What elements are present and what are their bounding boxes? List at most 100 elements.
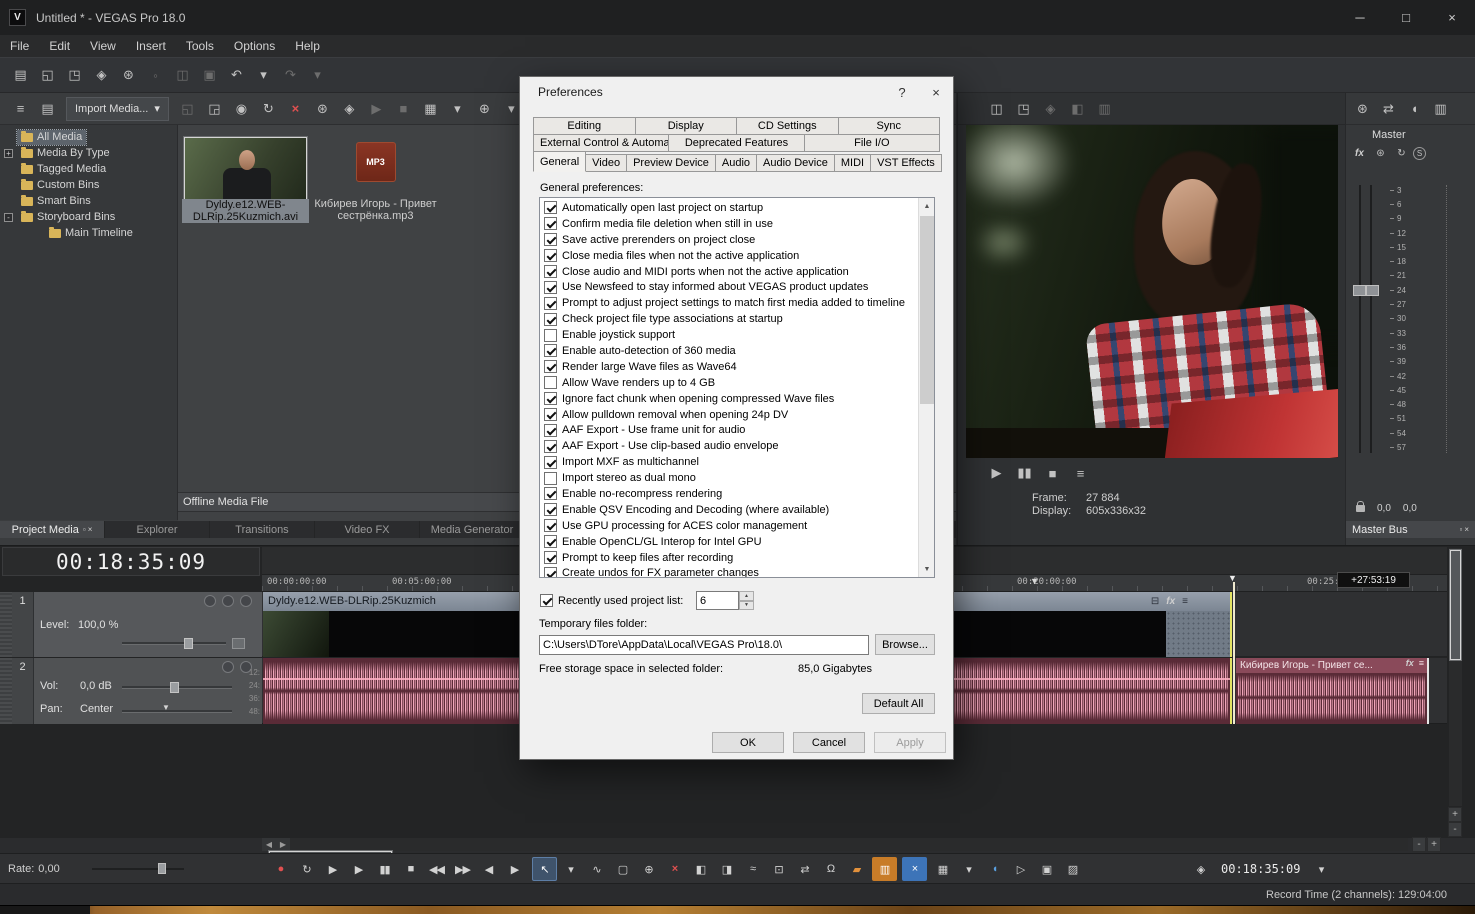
scroll-down-icon[interactable]: ▼: [919, 561, 935, 577]
preference-option[interactable]: Close audio and MIDI ports when not the …: [541, 264, 917, 280]
mixer-dropdown-icon[interactable]: ▾: [956, 857, 981, 881]
snapping-button[interactable]: Ω: [818, 857, 843, 881]
timeline-marker-icon[interactable]: ▼: [1030, 576, 1039, 586]
pref-tab[interactable]: MIDI: [833, 154, 872, 172]
menu-item[interactable]: Insert: [126, 35, 176, 57]
menu-item[interactable]: Edit: [39, 35, 80, 57]
lock-envelopes-button[interactable]: ⊡: [766, 857, 791, 881]
pref-tab[interactable]: Video: [585, 154, 628, 172]
recent-projects-option[interactable]: Recently used project list:: [540, 594, 683, 607]
pref-tab[interactable]: File I/O: [803, 134, 940, 152]
checkbox[interactable]: [544, 312, 557, 326]
post-edit-ripple-button[interactable]: ≈: [740, 857, 765, 881]
checkbox[interactable]: [544, 535, 557, 549]
tree-item[interactable]: + Media By Type: [0, 145, 177, 161]
track-height-box[interactable]: [232, 638, 245, 649]
pref-tab[interactable]: Preview Device: [626, 154, 716, 172]
tree-expander-icon[interactable]: [4, 133, 13, 142]
selection-edit-tool-button[interactable]: ▢: [610, 857, 635, 881]
tree-expander-icon[interactable]: [4, 181, 13, 190]
clip-fx-icon[interactable]: fx: [1406, 658, 1414, 668]
preview-quality-icon[interactable]: ▥: [1092, 97, 1117, 121]
master-bus-tab[interactable]: Master Bus ▫ ×: [1346, 521, 1475, 538]
zoom-edit-tool-button[interactable]: ⊕: [636, 857, 661, 881]
master-fx-icon[interactable]: fx: [1350, 145, 1369, 162]
media-bins-icon[interactable]: ▤: [35, 97, 60, 121]
spin-up-icon[interactable]: ▲: [739, 591, 754, 601]
checkbox[interactable]: [544, 328, 557, 342]
edit-cursor-line[interactable]: [1233, 582, 1235, 724]
checkbox[interactable]: [544, 376, 557, 390]
maximize-button[interactable]: □: [1383, 0, 1429, 35]
audio-output-button[interactable]: ◖: [982, 857, 1007, 881]
checkbox[interactable]: [540, 594, 553, 607]
lock-icon[interactable]: [1356, 501, 1365, 512]
go-to-end-button[interactable]: ▶▶: [450, 857, 475, 881]
split-button[interactable]: ×: [662, 857, 687, 881]
checkbox[interactable]: [544, 408, 557, 422]
undo-dropdown-icon[interactable]: ▾: [251, 63, 276, 87]
track-drag-handle[interactable]: [0, 592, 12, 657]
apply-button[interactable]: Apply: [874, 732, 946, 753]
insert-marker-button[interactable]: ▰: [844, 857, 869, 881]
menu-item[interactable]: Tools: [176, 35, 224, 57]
dialog-close-button[interactable]: ×: [919, 77, 953, 107]
preference-option[interactable]: Enable no-recompress rendering: [541, 486, 917, 502]
preference-option[interactable]: Save active prerenders on project close: [541, 232, 917, 248]
checkbox[interactable]: [544, 423, 557, 437]
envelope-edit-tool-button[interactable]: ∿: [584, 857, 609, 881]
dock-tab[interactable]: Transitions ▫ ×: [210, 521, 315, 538]
scrollbar-thumb[interactable]: [920, 216, 934, 404]
remove-media-icon[interactable]: ×: [283, 97, 308, 121]
preference-option[interactable]: Prompt to keep files after recording: [541, 550, 917, 566]
master-automation-icon[interactable]: ↻: [1392, 145, 1411, 162]
pref-tab[interactable]: General: [533, 151, 587, 172]
preference-option[interactable]: Import stereo as dual mono: [541, 470, 917, 486]
external-monitor-button[interactable]: ▣: [1034, 857, 1059, 881]
search-media-icon[interactable]: ⊕: [472, 97, 497, 121]
preference-option[interactable]: Automatically open last project on start…: [541, 200, 917, 216]
timeline-vertical-scrollbar[interactable]: [1449, 548, 1462, 806]
scroll-right-icon[interactable]: ▶: [276, 838, 290, 851]
cut-icon[interactable]: ◦: [143, 63, 168, 87]
media-properties-icon[interactable]: ⊛: [310, 97, 335, 121]
pin-icon[interactable]: ◈: [1188, 857, 1213, 881]
tree-item[interactable]: Tagged Media: [0, 161, 177, 177]
dock-tab[interactable]: Video FX ▫ ×: [315, 521, 420, 538]
menu-item[interactable]: View: [80, 35, 126, 57]
tree-item[interactable]: - Storyboard Bins: [0, 209, 177, 225]
previous-frame-button[interactable]: ◀: [476, 857, 501, 881]
play-from-start-button[interactable]: ▶: [320, 857, 345, 881]
io-routing-icon[interactable]: ⇄: [1376, 97, 1401, 121]
tree-item[interactable]: Custom Bins: [0, 177, 177, 193]
clip-menu-icon[interactable]: ≡: [1419, 658, 1424, 668]
checkbox[interactable]: [544, 233, 557, 247]
video-output-fx-icon[interactable]: ◈: [1038, 97, 1063, 121]
temp-folder-input[interactable]: [539, 635, 869, 655]
spin-down-icon[interactable]: ▼: [739, 600, 754, 610]
media-item-audio[interactable]: MP3 Кибирев Игорь - Привет сестрёнка.mp3: [313, 137, 438, 222]
edit-tool-dropdown-icon[interactable]: ▾: [558, 857, 583, 881]
auto-ripple-button[interactable]: ⇄: [792, 857, 817, 881]
master-solo-icon[interactable]: S: [1413, 147, 1426, 160]
checkbox[interactable]: [544, 566, 557, 577]
insert-bus-icon[interactable]: ⊛: [1350, 97, 1375, 121]
window-menu-icon[interactable]: ≡: [8, 97, 33, 121]
checkbox[interactable]: [544, 265, 557, 278]
tree-item[interactable]: All Media: [0, 128, 177, 146]
normal-edit-tool-button[interactable]: ↖: [532, 857, 557, 881]
checkbox[interactable]: [544, 455, 557, 469]
preference-option[interactable]: Enable QSV Encoding and Decoding (where …: [541, 502, 917, 518]
go-to-start-button[interactable]: ◀◀: [424, 857, 449, 881]
pan-slider[interactable]: [122, 710, 232, 713]
preference-option[interactable]: Allow Wave renders up to 4 GB: [541, 375, 917, 391]
time-format-dropdown-icon[interactable]: ▾: [1308, 857, 1333, 881]
record-input-meters-button[interactable]: ▥: [872, 857, 897, 881]
checkbox[interactable]: [544, 503, 557, 517]
menu-item[interactable]: Options: [224, 35, 285, 57]
preview-menu-button[interactable]: ≡: [1068, 461, 1093, 485]
media-item-video-thumbnail[interactable]: [183, 136, 308, 201]
tree-item[interactable]: Main Timeline: [0, 225, 177, 241]
video-output-button[interactable]: ▷: [1008, 857, 1033, 881]
float-window-icon[interactable]: ▫: [1459, 525, 1462, 534]
